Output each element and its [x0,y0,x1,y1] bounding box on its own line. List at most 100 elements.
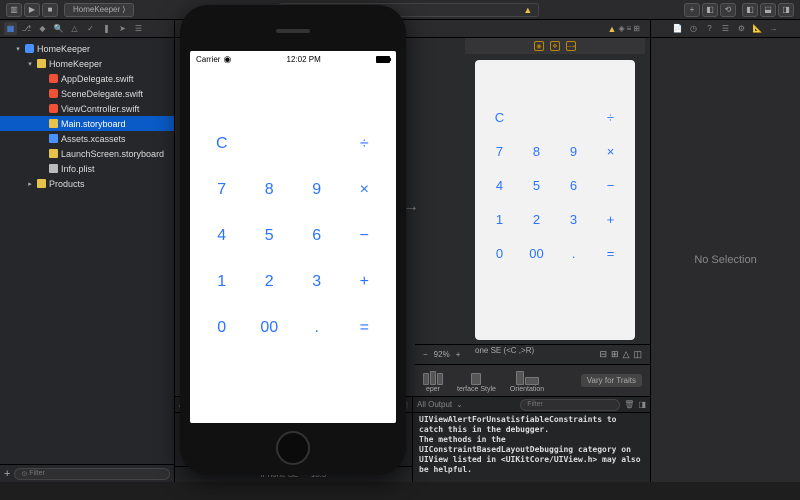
bottom-panel-toggle[interactable]: ⬓ [760,3,776,17]
tree-root[interactable]: ▾HomeKeeper [0,41,174,56]
key-2[interactable]: 2 [518,202,555,236]
device-picker[interactable]: eper [423,369,443,393]
key-c[interactable]: C [198,121,246,167]
adjust-icon[interactable]: ≡ [627,24,632,33]
key-00[interactable]: 00 [518,236,555,270]
key-00[interactable]: 00 [246,305,294,351]
bp-nav-icon[interactable]: ➤ [116,22,129,35]
tree-file-appdelegate[interactable]: AppDelegate.swift [0,71,174,86]
key-4[interactable]: 4 [481,168,518,202]
history-insp-icon[interactable]: ◷ [687,22,700,35]
tree-file-viewcontroller[interactable]: ViewController.swift [0,101,174,116]
key-5[interactable]: 5 [518,168,555,202]
source-nav-icon[interactable]: ⎇ [20,22,33,35]
key-dot[interactable]: . [293,305,341,351]
console-filter-input[interactable]: Filter [520,399,620,411]
panel-icon[interactable]: ◨ [638,400,646,409]
key-6[interactable]: 6 [555,168,592,202]
stop-button[interactable]: ■ [42,3,58,17]
add-button[interactable]: + [684,3,700,17]
key-mul[interactable]: × [341,167,389,213]
key-mul[interactable]: × [592,134,629,168]
key-9[interactable]: 9 [555,134,592,168]
console-scope[interactable]: All Output [417,400,452,409]
review-button[interactable]: ⟲ [720,3,736,17]
key-7[interactable]: 7 [198,167,246,213]
report-nav-icon[interactable]: ☰ [132,22,145,35]
identity-insp-icon[interactable]: ☰ [719,22,732,35]
ib-view[interactable]: C ÷ 789× 456− 123+ 000.= [475,60,635,340]
left-panel-toggle[interactable]: ◧ [742,3,758,17]
key-add[interactable]: + [341,259,389,305]
home-button[interactable] [276,431,310,465]
issue-nav-icon[interactable]: △ [68,22,81,35]
conn-insp-icon[interactable]: → [767,22,780,35]
orientation[interactable]: Orientation [510,369,544,393]
vary-for-traits-button[interactable]: Vary for Traits [581,374,642,387]
key-1[interactable]: 1 [481,202,518,236]
scheme-selector[interactable]: HomeKeeper ⟩ [64,3,134,17]
key-3[interactable]: 3 [555,202,592,236]
zoom-value[interactable]: 92% [434,350,450,359]
panels-button[interactable]: ▥ [6,3,22,17]
pin-icon[interactable]: ⊞ [611,349,619,360]
key-eq[interactable]: = [592,236,629,270]
tree-products[interactable]: ▸Products [0,176,174,191]
key-c[interactable]: C [481,100,518,134]
first-responder-icon[interactable]: ❖ [550,41,560,51]
run-button[interactable]: ▶ [24,3,40,17]
tree-file-mainstoryboard[interactable]: Main.storyboard [0,116,174,131]
right-panel-toggle[interactable]: ◨ [778,3,794,17]
key-0[interactable]: 0 [198,305,246,351]
attr-insp-icon[interactable]: ⚙ [735,22,748,35]
zoom-in-button[interactable]: + [456,350,461,359]
help-insp-icon[interactable]: ? [703,22,716,35]
zoom-out-button[interactable]: − [423,350,428,359]
assist-icon[interactable]: ⊞ [633,24,640,33]
simulator-window[interactable]: Carrier◉ 12:02 PM C÷ 789× 456− 123+ 000.… [180,5,406,475]
tree-file-scenedelegate[interactable]: SceneDelegate.swift [0,86,174,101]
vc-icon[interactable]: ◉ [534,41,544,51]
key-2[interactable]: 2 [246,259,294,305]
find-nav-icon[interactable]: 🔍 [52,22,65,35]
simulator-screen[interactable]: Carrier◉ 12:02 PM C÷ 789× 456− 123+ 000.… [190,51,396,423]
key-div[interactable]: ÷ [341,121,389,167]
align-icon[interactable]: ⊟ [599,349,607,360]
exit-icon[interactable]: ⟶ [566,41,576,51]
embed-icon[interactable]: ◫ [633,349,642,360]
console-output[interactable]: UIViewAlertForUnsatisfiableConstraints t… [413,413,650,482]
nav-filter-input[interactable]: ⊙ Filter [14,468,170,480]
test-nav-icon[interactable]: ✓ [84,22,97,35]
key-1[interactable]: 1 [198,259,246,305]
key-3[interactable]: 3 [293,259,341,305]
tree-file-launchscreen[interactable]: LaunchScreen.storyboard [0,146,174,161]
add-target-button[interactable]: + [4,468,10,480]
key-0[interactable]: 0 [481,236,518,270]
tree-file-infoplist[interactable]: Info.plist [0,161,174,176]
key-sub[interactable]: − [341,213,389,259]
outline-icon[interactable]: ◈ [618,24,624,33]
tree-group[interactable]: ▾HomeKeeper [0,56,174,71]
warning-icon[interactable]: ▲ [608,24,617,34]
key-5[interactable]: 5 [246,213,294,259]
project-nav-icon[interactable]: ▦ [4,22,17,35]
key-add[interactable]: + [592,202,629,236]
key-8[interactable]: 8 [246,167,294,213]
key-6[interactable]: 6 [293,213,341,259]
symbol-nav-icon[interactable]: ◆ [36,22,49,35]
key-eq[interactable]: = [341,305,389,351]
tree-file-assets[interactable]: Assets.xcassets [0,131,174,146]
key-dot[interactable]: . [555,236,592,270]
file-insp-icon[interactable]: 📄 [671,22,684,35]
library-button[interactable]: ◧ [702,3,718,17]
size-insp-icon[interactable]: 📐 [751,22,764,35]
interface-style[interactable]: terface Style [457,369,496,393]
key-sub[interactable]: − [592,168,629,202]
key-9[interactable]: 9 [293,167,341,213]
key-7[interactable]: 7 [481,134,518,168]
trash-icon[interactable]: 🗑 [624,400,634,409]
key-4[interactable]: 4 [198,213,246,259]
key-div[interactable]: ÷ [592,100,629,134]
key-8[interactable]: 8 [518,134,555,168]
debug-nav-icon[interactable]: ❚ [100,22,113,35]
